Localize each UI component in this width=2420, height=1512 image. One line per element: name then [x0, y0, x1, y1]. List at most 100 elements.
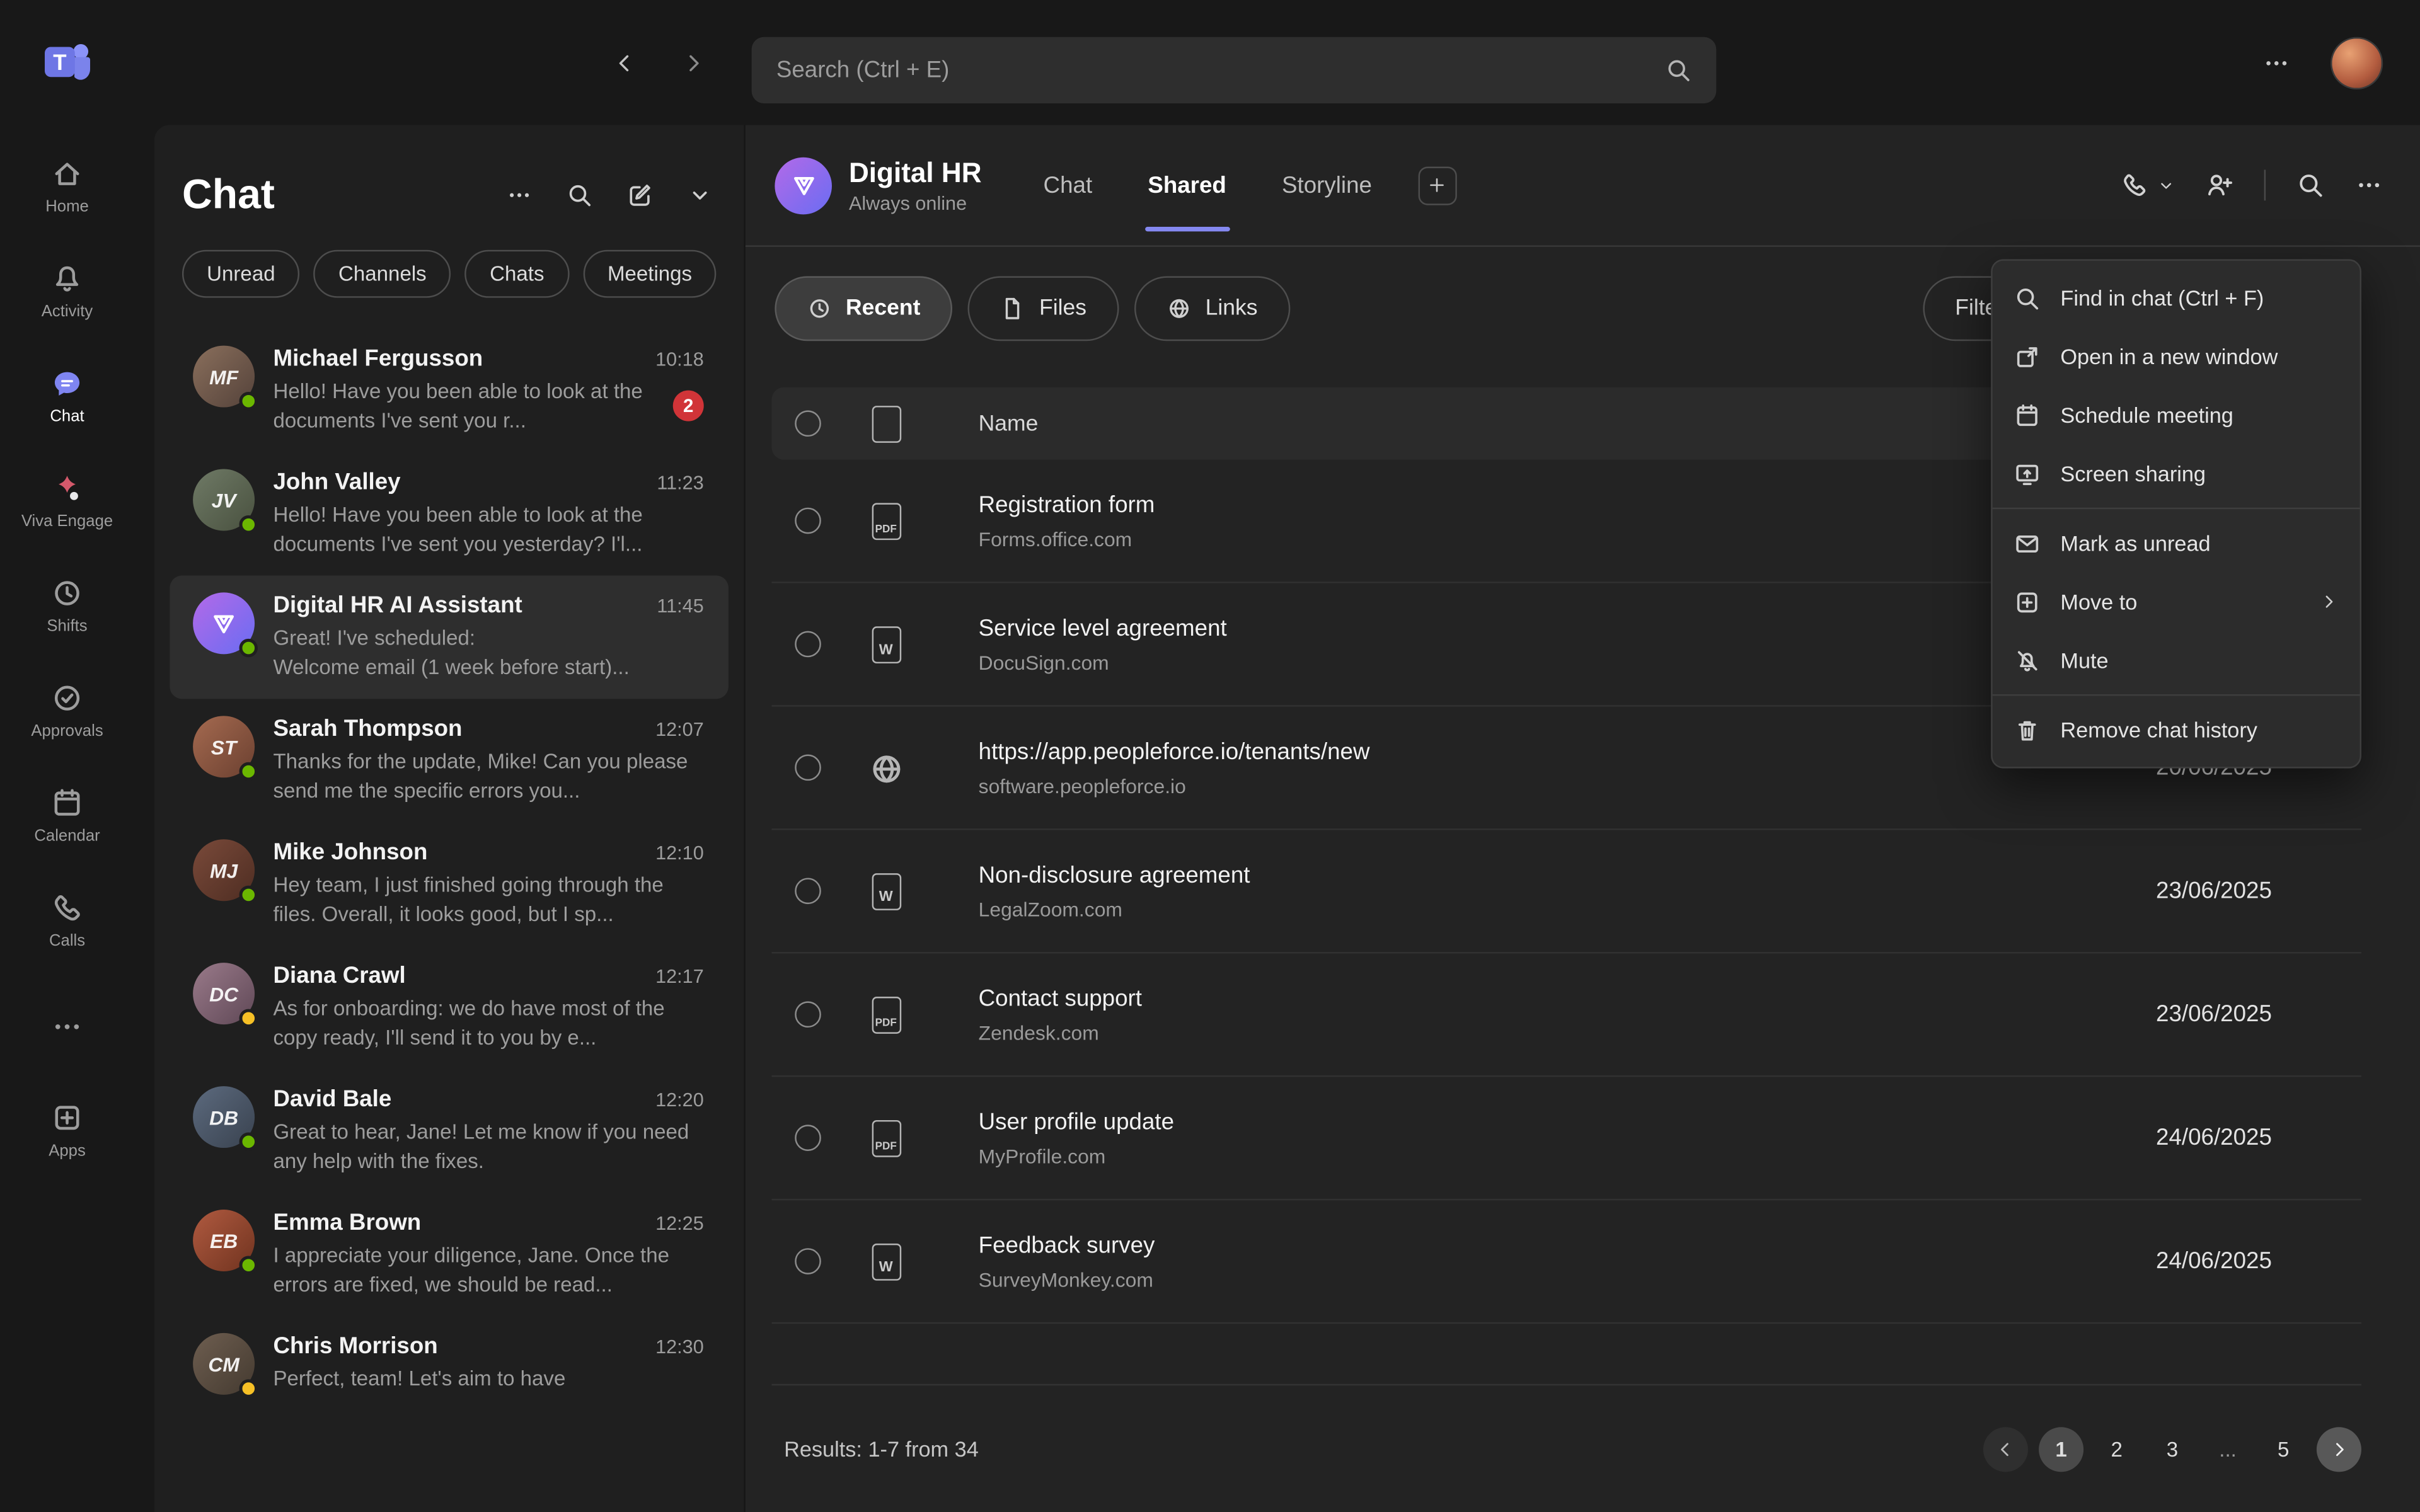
file-name[interactable]: User profile update [979, 1109, 1174, 1135]
menu-item-mark-as-unread[interactable]: Mark as unread [1993, 514, 2360, 573]
row-checkbox[interactable] [795, 755, 821, 781]
file-name[interactable]: https://app.peopleforce.io/tenants/new [979, 738, 1370, 765]
presence-dot [239, 1133, 258, 1151]
filter-pill-meetings[interactable]: Meetings [583, 250, 717, 298]
links-filter-button[interactable]: Links [1134, 276, 1290, 341]
menu-item-move-to[interactable]: Move to [1993, 573, 2360, 631]
forward-arrow-icon[interactable] [681, 50, 705, 75]
conversation-item-selected[interactable]: Digital HR AI Assistant11:45 Great! I've… [170, 575, 729, 699]
conversation-item[interactable]: MF Michael Fergusson10:18 Hello! Have yo… [170, 329, 729, 452]
back-arrow-icon[interactable] [613, 50, 637, 75]
top-bar [134, 0, 2420, 125]
conversation-item[interactable]: EB Emma Brown12:25 I appreciate your dil… [170, 1193, 729, 1316]
rail-item-apps[interactable]: Apps [0, 1079, 134, 1184]
page-button-2[interactable]: 2 [2094, 1426, 2139, 1471]
row-checkbox[interactable] [795, 1125, 821, 1151]
row-checkbox[interactable] [795, 1001, 821, 1028]
rail-item-calendar[interactable]: Calendar [0, 764, 134, 869]
chevron-down-icon[interactable] [687, 182, 713, 209]
filter-pill-unread[interactable]: Unread [182, 250, 300, 298]
rail-item-chat[interactable]: Chat [0, 344, 134, 449]
rail-item-calls[interactable]: Calls [0, 869, 134, 974]
tab-storyline[interactable]: Storyline [1282, 125, 1372, 245]
conversation-item[interactable]: CM Chris Morrison12:30 Perfect, team! Le… [170, 1316, 729, 1440]
rail-item-shifts[interactable]: Shifts [0, 554, 134, 659]
file-name[interactable]: Service level agreement [979, 615, 1227, 641]
tab-chat[interactable]: Chat [1044, 125, 1093, 245]
rail-item-activity[interactable]: Activity [0, 239, 134, 345]
menu-item-screen-sharing[interactable]: Screen sharing [1993, 444, 2360, 503]
conversation-preview: As for onboarding: we do have most of th… [273, 994, 703, 1052]
add-people-icon[interactable] [2206, 171, 2233, 199]
avatar: DC [193, 963, 255, 1024]
rail-item-label: Approvals [31, 722, 103, 740]
app-window: T Home Activity Chat Viva Engage Shifts … [0, 0, 2420, 1512]
table-row[interactable]: Non-disclosure agreementLegalZoom.com 23… [771, 830, 2361, 954]
row-checkbox[interactable] [795, 1248, 821, 1274]
divider [2264, 169, 2266, 200]
search-input[interactable] [776, 57, 1666, 84]
conversation-item[interactable]: ST Sarah Thompson12:07 Thanks for the up… [170, 699, 729, 822]
screen-share-icon [2014, 461, 2041, 487]
table-row[interactable]: Contact supportZendesk.com 23/06/2025 [771, 953, 2361, 1077]
conversation-item[interactable]: MJ Mike Johnson12:10 Hey team, I just fi… [170, 822, 729, 946]
conversation-name: David Bale [273, 1086, 643, 1113]
open-new-window-icon [2014, 343, 2041, 370]
bell-icon [51, 262, 83, 294]
rail-item-label: Shifts [47, 617, 87, 636]
recent-label: Recent [846, 296, 920, 321]
page-button-3[interactable]: 3 [2150, 1426, 2194, 1471]
page-button-5[interactable]: 5 [2261, 1426, 2306, 1471]
tab-shared[interactable]: Shared [1148, 125, 1226, 245]
call-button[interactable] [2121, 171, 2175, 199]
row-checkbox[interactable] [795, 878, 821, 904]
rail-item-approvals[interactable]: Approvals [0, 659, 134, 764]
conversation-name: Sarah Thompson [273, 716, 643, 742]
menu-item-find-in-chat[interactable]: Find in chat (Ctrl + F) [1993, 268, 2360, 327]
chat-filter-pills: Unread Channels Chats Meetings [154, 244, 744, 323]
files-filter-button[interactable]: Files [968, 276, 1119, 341]
user-avatar[interactable] [2331, 37, 2383, 89]
chat-options-icon[interactable] [2355, 171, 2383, 199]
menu-item-mute[interactable]: Mute [1993, 631, 2360, 690]
row-checkbox[interactable] [795, 508, 821, 534]
find-in-chat-icon[interactable] [2296, 171, 2324, 199]
page-ellipsis: ... [2206, 1426, 2250, 1471]
teams-logo: T [39, 34, 95, 97]
page-button-1[interactable]: 1 [2039, 1426, 2083, 1471]
rail-item-viva-engage[interactable]: Viva Engage [0, 449, 134, 554]
new-chat-icon[interactable] [626, 182, 653, 209]
prev-page-button[interactable] [1983, 1426, 2028, 1471]
topbar-more-icon[interactable] [2262, 49, 2290, 76]
file-name[interactable]: Non-disclosure agreement [979, 862, 1250, 888]
menu-divider [1993, 694, 2360, 696]
rail-item-more[interactable] [0, 973, 134, 1079]
menu-item-remove-chat-history[interactable]: Remove chat history [1993, 701, 2360, 759]
home-icon [51, 158, 83, 190]
add-tab-button[interactable] [1418, 166, 1456, 204]
conversation-item[interactable]: DC Diana Crawl12:17 As for onboarding: w… [170, 946, 729, 1069]
row-checkbox[interactable] [795, 631, 821, 658]
file-name[interactable]: Contact support [979, 985, 1142, 1012]
rail-item-label: Calls [49, 932, 85, 950]
conversation-item[interactable]: DB David Bale12:20 Great to hear, Jane! … [170, 1069, 729, 1193]
chat-more-icon[interactable] [506, 182, 533, 209]
recent-filter-button[interactable]: Recent [775, 276, 953, 341]
next-page-button[interactable] [2317, 1426, 2361, 1471]
chat-search-icon[interactable] [567, 182, 593, 209]
table-row[interactable]: User profile updateMyProfile.com 24/06/2… [771, 1077, 2361, 1200]
conversation-time: 12:17 [655, 966, 704, 987]
menu-item-label: Open in a new window [2060, 344, 2278, 369]
filter-pill-channels[interactable]: Channels [314, 250, 451, 298]
global-search[interactable] [752, 37, 1717, 103]
conversation-item[interactable]: JV John Valley11:23 Hello! Have you been… [170, 452, 729, 576]
rail-item-home[interactable]: Home [0, 134, 134, 239]
file-name[interactable]: Registration form [979, 491, 1155, 518]
select-all-checkbox[interactable] [795, 410, 821, 437]
table-row[interactable]: Feedback surveySurveyMonkey.com 24/06/20… [771, 1200, 2361, 1324]
menu-item-schedule-meeting[interactable]: Schedule meeting [1993, 386, 2360, 444]
conversation-preview: Great! I've scheduled: Welcome email (1 … [273, 623, 703, 682]
menu-item-open-new-window[interactable]: Open in a new window [1993, 327, 2360, 386]
filter-pill-chats[interactable]: Chats [465, 250, 569, 298]
file-name[interactable]: Feedback survey [979, 1232, 1155, 1259]
